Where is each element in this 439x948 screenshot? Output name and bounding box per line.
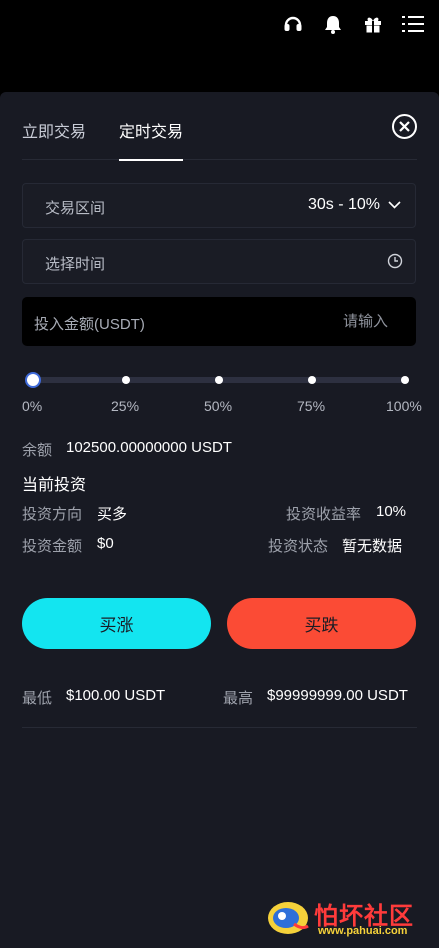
close-icon <box>399 121 410 132</box>
top-icons <box>281 12 425 36</box>
balance-value: 102500.00000000 USDT <box>66 439 232 456</box>
trade-range-select[interactable]: 交易区间 30s - 10% <box>22 183 416 228</box>
slider-label-100: 100% <box>386 398 422 414</box>
trade-range-value: 30s - 10% <box>307 196 380 213</box>
direction-value: 买多 <box>97 506 128 523</box>
slider-label-75: 75% <box>297 398 326 414</box>
top-bar <box>0 0 439 92</box>
slider-label-50: 50% <box>204 398 233 414</box>
slider-handle[interactable] <box>25 372 41 388</box>
slider-mark-50[interactable] <box>215 376 223 384</box>
menu-icon[interactable] <box>401 12 425 36</box>
watermark-logo-icon <box>268 902 309 934</box>
invest-status-label: 投资状态 <box>268 538 329 555</box>
amount-label: 投入金额(USDT) <box>34 316 145 333</box>
return-rate-value: 10% <box>376 503 407 520</box>
tab-instant-trade[interactable]: 立即交易 <box>22 118 86 160</box>
slider-mark-25[interactable] <box>122 376 130 384</box>
close-button[interactable] <box>392 114 417 139</box>
invest-amount-value: $0 <box>97 535 114 552</box>
clock-icon <box>387 253 403 269</box>
min-value: $100.00 USDT <box>66 687 166 704</box>
slider-label-25: 25% <box>111 398 140 414</box>
divider <box>22 727 417 728</box>
return-rate-label: 投资收益率 <box>286 506 362 523</box>
max-label: 最高 <box>223 690 254 707</box>
min-label: 最低 <box>22 690 53 707</box>
chevron-down-icon <box>388 201 401 209</box>
current-investment-title: 当前投资 <box>22 477 87 494</box>
invest-status-value: 暂无数据 <box>342 538 403 555</box>
buy-down-button[interactable]: 买跌 <box>227 598 416 649</box>
slider-mark-75[interactable] <box>308 376 316 384</box>
trade-sheet: 立即交易 定时交易 交易区间 30s - 10% 选择时间 投入金额(USDT)… <box>0 92 439 948</box>
gift-icon[interactable] <box>361 12 385 36</box>
headset-icon[interactable] <box>281 12 305 36</box>
balance-label: 余额 <box>22 442 53 459</box>
buy-up-button[interactable]: 买涨 <box>22 598 211 649</box>
max-value: $99999999.00 USDT <box>267 687 408 704</box>
time-select[interactable]: 选择时间 <box>22 239 416 284</box>
trade-range-label: 交易区间 <box>45 200 106 217</box>
direction-label: 投资方向 <box>22 506 83 523</box>
watermark: 怕坏社区 www.pahuai.com <box>262 896 434 938</box>
slider-mark-100[interactable] <box>401 376 409 384</box>
amount-field: 投入金额(USDT) <box>22 297 416 346</box>
amount-input[interactable] <box>266 297 416 346</box>
time-select-label: 选择时间 <box>45 256 106 273</box>
tab-timed-trade[interactable]: 定时交易 <box>119 118 184 161</box>
watermark-url: www.pahuai.com <box>318 925 408 937</box>
trade-tabs: 立即交易 定时交易 <box>22 92 417 161</box>
bell-icon[interactable] <box>321 12 345 36</box>
slider-label-0: 0% <box>22 398 43 414</box>
amount-slider[interactable] <box>25 372 409 388</box>
invest-amount-label: 投资金额 <box>22 538 83 555</box>
